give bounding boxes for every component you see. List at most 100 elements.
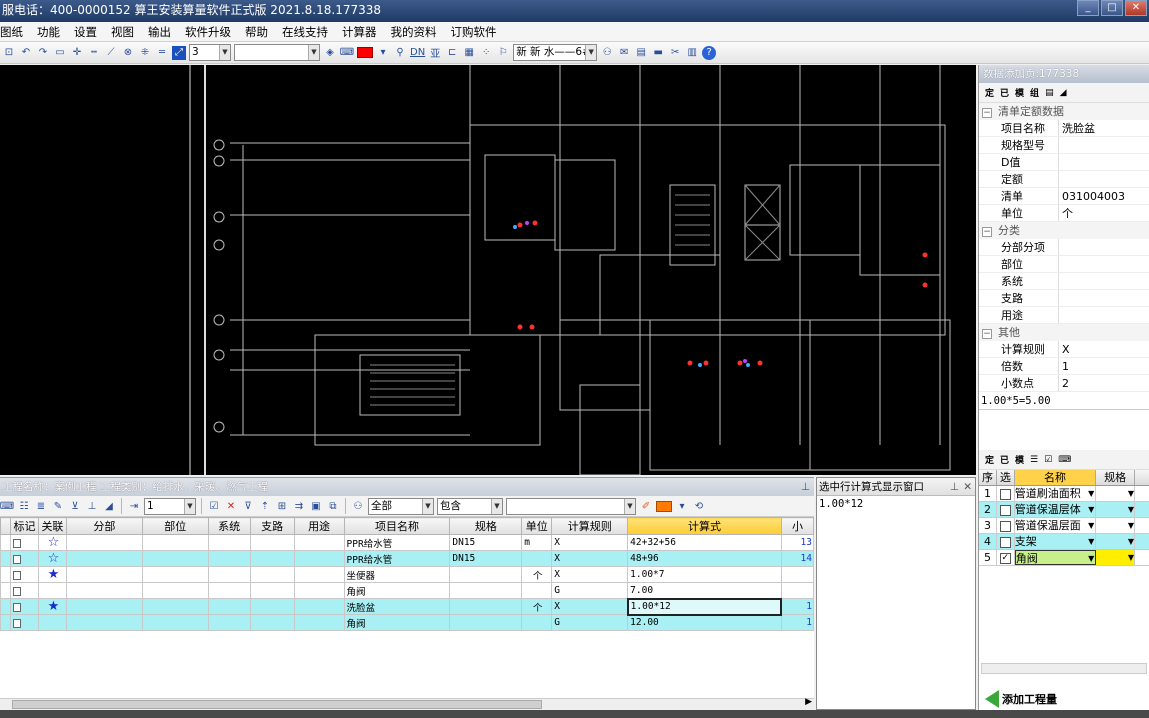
rectangle-icon[interactable]: ▭ (53, 46, 67, 60)
indent-icon[interactable]: ⇥ (127, 499, 141, 513)
document-icon[interactable]: ▤ (634, 46, 648, 60)
list-icon[interactable]: ☷ (17, 499, 31, 513)
menu-view[interactable]: 视图 (104, 22, 141, 42)
pipe-icon[interactable]: ⚲ (393, 46, 407, 60)
eraser-icon[interactable]: ◢ (1060, 88, 1067, 98)
chevron-down-icon[interactable]: ▼ (1088, 551, 1094, 564)
color-dropdown-icon[interactable]: ▾ (675, 499, 689, 513)
property-row[interactable]: 规格型号 (979, 137, 1149, 154)
table-row[interactable]: ☆ PPR给水管 DN15 m X 42+32+56 13 (0, 534, 815, 551)
points-icon[interactable]: ⁘ (479, 46, 493, 60)
property-row[interactable]: 系统 (979, 273, 1149, 290)
row-checkbox[interactable] (12, 586, 21, 596)
chevron-right-icon[interactable]: ▶ (805, 697, 812, 707)
collapse-icon[interactable]: − (982, 108, 992, 118)
tb-existing-button[interactable]: 已 (1000, 453, 1009, 466)
link-star-icon[interactable] (37, 582, 67, 599)
property-row[interactable]: 支路 (979, 290, 1149, 307)
link-star-icon[interactable] (37, 614, 67, 631)
tb-template-button[interactable]: 模 (1015, 86, 1024, 99)
close-icon[interactable]: ✕ (963, 478, 972, 496)
upload-icon[interactable]: ⇡ (258, 499, 272, 513)
menu-drawing[interactable]: 图纸 (0, 22, 30, 42)
property-category[interactable]: − 其他 (979, 324, 1149, 341)
menu-help[interactable]: 帮助 (238, 22, 275, 42)
property-category[interactable]: − 清单定额数据 (979, 103, 1149, 120)
pin-icon[interactable]: ⊥ (950, 478, 959, 496)
keyboard-icon[interactable]: ⌨ (340, 46, 354, 60)
chevron-down-icon[interactable]: ▼ (1128, 505, 1134, 514)
match-combo[interactable]: 包含 ▼ (437, 497, 503, 515)
row-checkbox[interactable] (12, 570, 21, 580)
snap-icon[interactable]: ⊗ (121, 46, 135, 60)
polyline-icon[interactable]: ⟋ (104, 46, 118, 60)
maximize-button[interactable]: □ (1101, 0, 1123, 16)
collapse-icon[interactable]: − (982, 227, 992, 237)
property-row[interactable]: 分部分项 (979, 239, 1149, 256)
tb-existing-button[interactable]: 已 (1000, 86, 1009, 99)
scale-icon[interactable]: ⤢ (172, 45, 186, 60)
property-row[interactable]: 倍数 1 (979, 358, 1149, 375)
delete-icon[interactable]: ✕ (224, 499, 238, 513)
row-checkbox[interactable] (12, 538, 21, 548)
list-item[interactable]: 1 管道刷油面积 ▼ ▼ (979, 486, 1149, 502)
check-icon[interactable]: ☑ (207, 499, 221, 513)
table-row[interactable]: ★ 洗脸盆 个 X 1.00*12 1 (0, 597, 815, 616)
text-icon[interactable]: 亚 (428, 46, 442, 60)
chevron-down-icon[interactable]: ▼ (1128, 489, 1134, 498)
dn-label[interactable]: DN (410, 47, 425, 58)
edit-icon[interactable]: ✎ (51, 499, 65, 513)
row-checkbox[interactable] (999, 488, 1011, 500)
chevron-down-icon[interactable]: ▼ (1088, 534, 1094, 549)
style-combo[interactable]: 新 新 水——6# ▼ (513, 44, 598, 61)
search-combo[interactable]: ▼ (506, 497, 636, 515)
row-checkbox[interactable] (12, 602, 21, 612)
chevron-down-icon[interactable]: ▼ (1088, 502, 1094, 517)
collapse-icon[interactable]: − (982, 329, 992, 339)
binoculars-icon[interactable]: ⚇ (600, 46, 614, 60)
table-row[interactable]: 角阀 G 7.00 (0, 582, 815, 599)
eraser-icon[interactable]: ◢ (102, 499, 116, 513)
property-row[interactable]: 小数点 2 (979, 375, 1149, 392)
list-item[interactable]: 3 管道保温层面 ▼ ▼ (979, 518, 1149, 534)
image-icon[interactable]: ▣ (309, 499, 323, 513)
row-checkbox-checked[interactable]: ✓ (999, 552, 1011, 564)
zoom-extent-icon[interactable]: ⊡ (2, 46, 16, 60)
pen-icon[interactable]: ✐ (639, 499, 653, 513)
lineweight-icon[interactable]: ═ (155, 46, 169, 60)
copy-icon[interactable]: ⧉ (326, 499, 340, 513)
tb-define-button[interactable]: 定 (985, 86, 994, 99)
property-row[interactable]: D值 (979, 154, 1149, 171)
horizontal-scrollbar[interactable]: ▶ (0, 697, 814, 710)
tb-group-button[interactable]: 组 (1030, 86, 1039, 99)
chevron-down-icon[interactable]: ▼ (1088, 518, 1094, 533)
layer-icon[interactable]: ◈ (323, 46, 337, 60)
menu-output[interactable]: 输出 (141, 22, 178, 42)
property-row[interactable]: 计算规则 X (979, 341, 1149, 358)
blocks-icon[interactable]: ▦ (462, 46, 476, 60)
merge-icon[interactable]: ⊻ (68, 499, 82, 513)
line-style-icon[interactable]: ┅ (87, 46, 101, 60)
tools-icon[interactable]: ✂ (668, 46, 682, 60)
chevron-down-icon[interactable]: ▼ (1128, 521, 1134, 530)
help-icon[interactable]: ? (702, 45, 717, 60)
pin-icon[interactable]: ⊥ (801, 478, 810, 496)
redo-icon[interactable]: ↷ (36, 46, 50, 60)
table-row[interactable]: 角阀 G 12.00 1 (0, 614, 815, 631)
table-row[interactable]: ☆ PPR给水管 DN15 X 48+96 14 (0, 550, 815, 567)
crosshair-icon[interactable]: ✛ (70, 46, 84, 60)
chevron-down-icon[interactable]: ▼ (1088, 486, 1094, 501)
keyboard-icon[interactable]: ⌨ (1058, 455, 1071, 465)
link-star-icon[interactable]: ★ (37, 598, 67, 615)
level-combo[interactable]: 1 ▼ (144, 497, 196, 515)
row-checkbox[interactable] (999, 536, 1011, 548)
color-swatch-red[interactable] (357, 47, 373, 58)
close-button[interactable]: ✕ (1125, 0, 1147, 16)
table-row[interactable]: ★ 坐便器 个 X 1.00*7 (0, 566, 815, 583)
property-row[interactable]: 用途 (979, 307, 1149, 324)
scroll-thumb[interactable] (12, 700, 542, 709)
property-row[interactable]: 部位 (979, 256, 1149, 273)
property-category[interactable]: − 分类 (979, 222, 1149, 239)
menu-calculator[interactable]: 计算器 (335, 22, 384, 42)
property-row[interactable]: 单位个 (979, 205, 1149, 222)
